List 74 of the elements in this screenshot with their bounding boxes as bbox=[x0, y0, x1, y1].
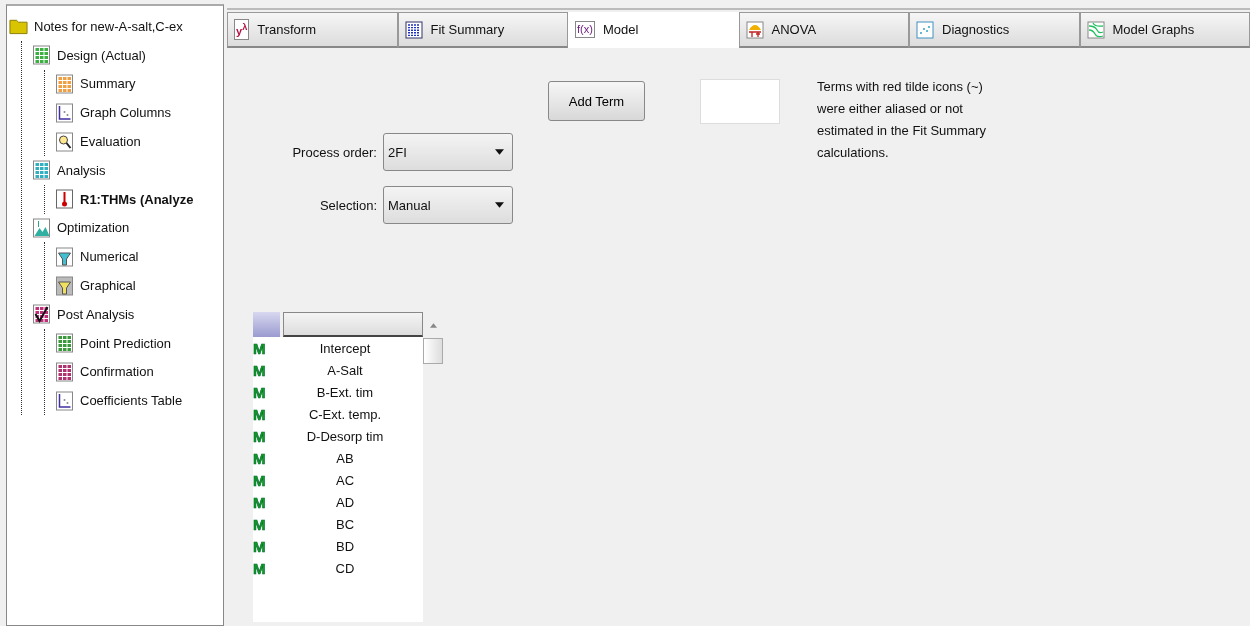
tab[interactable]: Model Graphs bbox=[1079, 12, 1250, 48]
term-name: AC bbox=[334, 472, 356, 488]
dropdown[interactable]: 2FI bbox=[383, 133, 513, 171]
chart-icon bbox=[55, 102, 74, 123]
table-icon bbox=[32, 45, 51, 66]
column-header[interactable] bbox=[283, 312, 423, 337]
tab[interactable]: Diagnostics bbox=[909, 12, 1080, 48]
model-term-marker[interactable]: M bbox=[253, 449, 267, 467]
term-name: BD bbox=[334, 538, 356, 554]
chart-icon bbox=[55, 390, 74, 411]
term-name: A-Salt bbox=[326, 362, 364, 378]
term-name: CD bbox=[334, 560, 356, 576]
model-term-marker[interactable]: M bbox=[253, 493, 267, 511]
tree-item[interactable]: Design (Actual) bbox=[57, 47, 146, 63]
tab[interactable]: f(x) Model bbox=[568, 12, 739, 48]
up-arrow-icon bbox=[429, 323, 437, 328]
term-name: D-Desorp tim bbox=[305, 428, 385, 444]
tree-item[interactable]: Point Prediction bbox=[80, 335, 172, 351]
term-name: BC bbox=[334, 516, 356, 532]
funnel-icon bbox=[55, 275, 74, 296]
model-term-marker[interactable]: M bbox=[253, 339, 267, 357]
scatter-icon bbox=[916, 20, 934, 39]
model-term-marker[interactable]: M bbox=[253, 537, 267, 555]
contour-icon bbox=[1086, 20, 1105, 39]
caret-icon bbox=[495, 202, 504, 208]
tree-item[interactable]: Graph Columns bbox=[80, 105, 172, 121]
tree-item[interactable]: Confirmation bbox=[80, 364, 154, 380]
table-icon bbox=[32, 160, 51, 181]
dropdown-label: Selection: bbox=[319, 197, 377, 213]
formula-icon: y$^{λ}$ bbox=[234, 19, 250, 40]
term-field[interactable] bbox=[700, 79, 780, 124]
table-icon bbox=[404, 20, 423, 39]
caret-icon bbox=[495, 149, 504, 155]
tree-item[interactable]: Analysis bbox=[57, 162, 106, 178]
model-term-marker[interactable]: M bbox=[253, 515, 267, 533]
term-name: AB bbox=[335, 450, 355, 466]
tab[interactable]: Fit Summary bbox=[397, 12, 568, 48]
model-term-marker[interactable]: M bbox=[253, 361, 267, 379]
term-name: Intercept bbox=[318, 340, 372, 356]
model-term-marker[interactable]: M bbox=[253, 427, 267, 445]
table-icon bbox=[55, 333, 74, 354]
scroll-thumb[interactable] bbox=[423, 338, 443, 364]
tab[interactable]: ANOVA bbox=[738, 12, 909, 48]
magnifier-icon bbox=[55, 131, 74, 152]
bell-icon bbox=[745, 20, 764, 39]
tree-item[interactable]: Evaluation bbox=[80, 134, 141, 150]
tree-item[interactable]: Notes for new-A-salt,C-ex bbox=[34, 18, 183, 34]
formula-icon: f(x) bbox=[575, 21, 595, 38]
table-icon bbox=[55, 74, 74, 94]
tree-item[interactable]: Optimization bbox=[57, 220, 130, 236]
tab[interactable]: y$^{λ}$ Transform bbox=[227, 12, 398, 48]
corner-header[interactable] bbox=[253, 312, 280, 337]
term-name: B-Ext. tim bbox=[315, 384, 375, 400]
funnel-icon bbox=[55, 246, 74, 267]
tree-item[interactable]: Summary bbox=[80, 76, 136, 92]
tree-item[interactable]: R1:THMs (Analyze bbox=[80, 191, 194, 207]
tree-item[interactable]: Graphical bbox=[80, 278, 136, 294]
dropdown[interactable]: Manual bbox=[383, 186, 513, 224]
term-name: C-Ext. temp. bbox=[307, 406, 383, 422]
note-text: Terms with red tilde icons (~) were either aliased or not estimated in the Fit Summary calculations. bbox=[817, 78, 988, 162]
dropdown-label: Process order: bbox=[292, 144, 377, 160]
model-term-marker[interactable]: M bbox=[253, 559, 267, 577]
term-name: AD bbox=[334, 494, 356, 510]
tree-item[interactable]: Coefficients Table bbox=[80, 393, 183, 409]
table-icon bbox=[55, 361, 74, 382]
model-term-marker[interactable]: M bbox=[253, 383, 267, 401]
thermometer-icon bbox=[55, 189, 74, 210]
tree-item[interactable]: Post Analysis bbox=[57, 306, 135, 322]
model-term-marker[interactable]: M bbox=[253, 405, 267, 423]
add-term-button[interactable]: Add Term bbox=[548, 81, 645, 121]
model-term-marker[interactable]: M bbox=[253, 471, 267, 489]
tree-item[interactable]: Numerical bbox=[80, 249, 139, 265]
table-icon bbox=[32, 304, 51, 325]
mountain-icon bbox=[32, 217, 51, 238]
